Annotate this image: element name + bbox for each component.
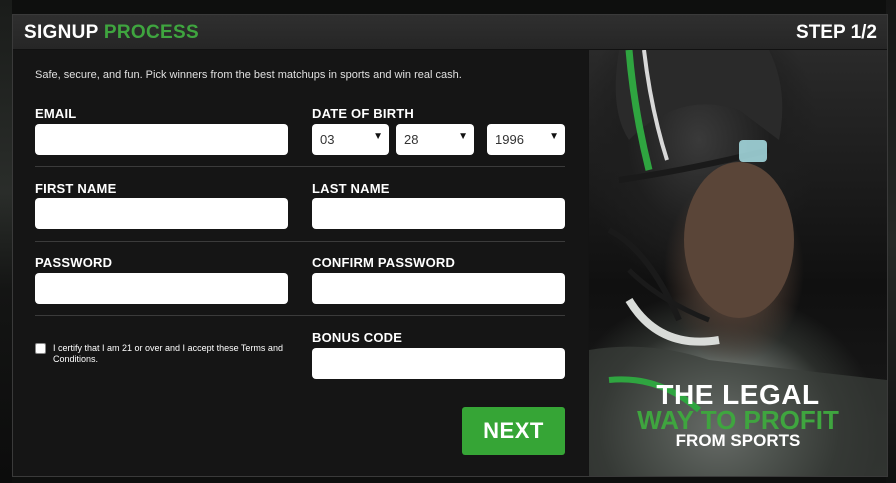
email-field[interactable] <box>35 124 288 155</box>
chevron-down-icon: ▼ <box>549 131 559 142</box>
background-left <box>0 0 12 483</box>
dob-day-value: 28 <box>404 132 419 147</box>
modal-title: SIGNUP PROCESS <box>24 22 199 44</box>
intro-text: Safe, secure, and fun. Pick winners from… <box>35 69 462 81</box>
chevron-down-icon: ▼ <box>458 131 468 142</box>
bonus-code-field[interactable] <box>312 348 565 379</box>
dob-month-value: 03 <box>320 132 335 147</box>
dob-label: DATE OF BIRTH <box>312 106 415 121</box>
dob-year-value: 1996 <box>495 132 524 147</box>
visor-clip <box>739 140 767 162</box>
hero-image-panel: THE LEGAL WAY TO PROFIT FROM SPORTS <box>589 50 887 476</box>
next-button[interactable]: NEXT <box>462 407 565 455</box>
email-label: EMAIL <box>35 106 77 121</box>
first-name-field[interactable] <box>35 198 288 229</box>
first-name-label: FIRST NAME <box>35 181 117 196</box>
modal-header: SIGNUP PROCESS STEP 1/2 <box>13 15 887 50</box>
confirm-password-field[interactable] <box>312 273 565 304</box>
divider <box>35 166 565 167</box>
step-indicator: STEP 1/2 <box>796 22 877 43</box>
password-label: PASSWORD <box>35 255 113 270</box>
hero-tagline: FROM SPORTS <box>675 431 801 450</box>
facemask-bar <box>607 227 682 322</box>
dob-year-select[interactable]: 1996 ▼ <box>487 124 565 155</box>
certify-checkbox[interactable] <box>35 343 46 354</box>
dob-month-select[interactable]: 03 ▼ <box>312 124 389 155</box>
last-name-field[interactable] <box>312 198 565 229</box>
player-face <box>684 162 794 318</box>
title-process: PROCESS <box>103 22 199 43</box>
signup-form: Safe, secure, and fun. Pick winners from… <box>13 50 588 476</box>
bonus-code-label: BONUS CODE <box>312 330 403 345</box>
password-field[interactable] <box>35 273 288 304</box>
divider <box>35 241 565 242</box>
last-name-label: LAST NAME <box>312 181 390 196</box>
divider <box>35 315 565 316</box>
certify-text: I certify that I am 21 or over and I acc… <box>53 343 283 364</box>
title-signup: SIGNUP <box>24 22 99 43</box>
confirm-password-label: CONFIRM PASSWORD <box>312 255 456 270</box>
chevron-down-icon: ▼ <box>373 131 383 142</box>
dob-day-select[interactable]: 28 ▼ <box>396 124 474 155</box>
signup-modal: SIGNUP PROCESS STEP 1/2 Safe, secure, an… <box>12 14 888 477</box>
